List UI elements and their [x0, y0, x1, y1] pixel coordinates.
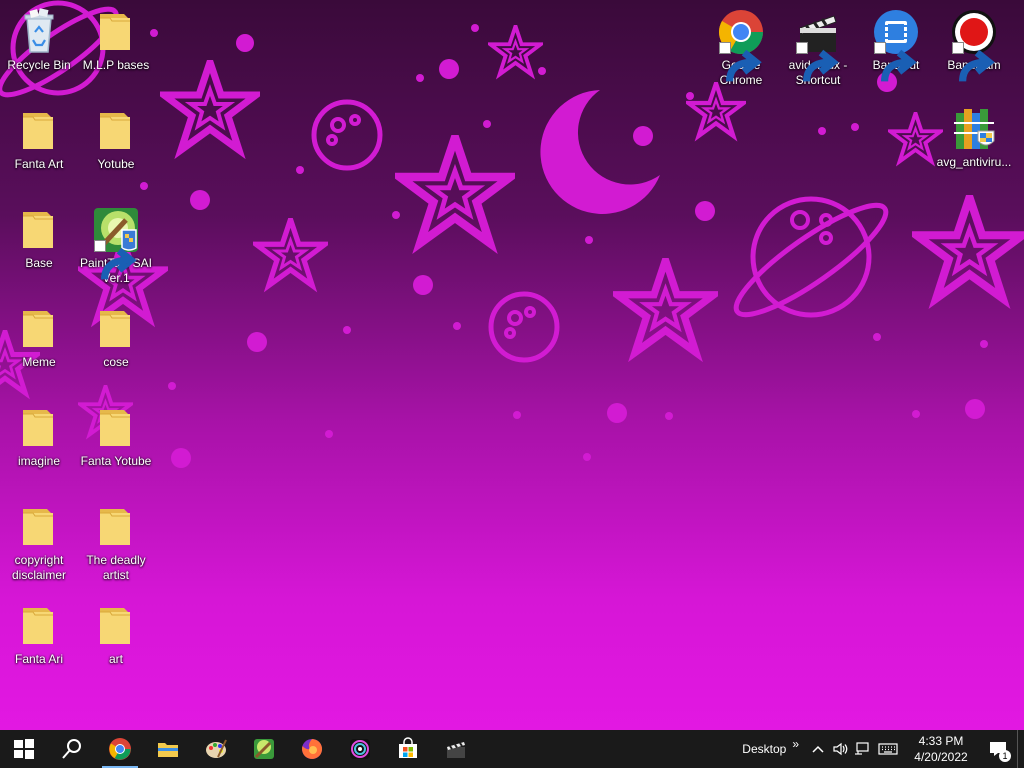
desktop-icon-art[interactable]: art [78, 602, 154, 667]
desktop-icon-label: The deadly artist [86, 553, 146, 582]
taskbar-firefox[interactable] [288, 730, 336, 768]
show-desktop-button[interactable] [1017, 730, 1024, 768]
folder-icon [15, 107, 63, 155]
desktop-icon-recycle-bin[interactable]: Recycle Bin [1, 8, 77, 73]
action-center-button[interactable]: 1 [979, 730, 1017, 768]
folder-icon [92, 8, 140, 56]
taskbar-microsoft-store[interactable] [384, 730, 432, 768]
clock-time: 4:33 PM [918, 734, 964, 748]
folder-icon [15, 602, 63, 650]
system-tray: Desktop » 4:33 PM 4/20/2022 1 [736, 730, 1024, 768]
volume-button[interactable] [829, 730, 851, 768]
shortcut-arrow-icon [719, 42, 762, 82]
shortcut-arrow-icon [952, 42, 995, 82]
folder-icon [92, 503, 140, 551]
desktop-icon-label: Yotube [97, 157, 135, 171]
desktop-icon-avg-antiviru[interactable]: avg_antiviru... [936, 105, 1012, 170]
avg-antivirus-icon [950, 105, 998, 153]
clock-date: 4/20/2022 [914, 750, 968, 764]
folder-icon [15, 305, 63, 353]
desktop-icon-fanta-art[interactable]: Fanta Art [1, 107, 77, 172]
desktop-icon-bandicam[interactable]: Bandicam [936, 8, 1012, 82]
folder-icon [92, 602, 140, 650]
desktop-icon-fanta-ari[interactable]: Fanta Ari [1, 602, 77, 667]
desktop-icon-avidemux-shortcut[interactable]: avidemux - Shortcut [780, 8, 856, 88]
taskbar-paint[interactable] [192, 730, 240, 768]
taskbar-clapperboard[interactable] [432, 730, 480, 768]
shortcut-arrow-icon [94, 240, 137, 280]
desktop-icon-m-l-p-bases[interactable]: M.L.P bases [78, 8, 154, 73]
microsoft-store-icon [399, 737, 417, 758]
taskbar-media-app[interactable] [336, 730, 384, 768]
media-app-icon [350, 739, 370, 759]
search-icon [62, 739, 81, 759]
desktop-icon-the-deadly-artist[interactable]: The deadly artist [78, 503, 154, 583]
chrome-icon [109, 738, 131, 760]
file-explorer-icon [158, 743, 178, 757]
desktop-icon-yotube[interactable]: Yotube [78, 107, 154, 172]
desktop-icon-label: avg_antiviru... [936, 155, 1012, 169]
shortcut-arrow-icon [796, 42, 839, 82]
desktop-icon-painttool-sai-ver-1[interactable]: PaintTool SAI Ver.1 [78, 206, 154, 286]
desktop-icon-label: Fanta Ari [14, 652, 64, 666]
start-button[interactable] [0, 730, 48, 768]
desktop-icon-label: copyright disclaimer [11, 553, 66, 582]
clapperboard-icon [794, 8, 842, 82]
desktop-icon-label: art [108, 652, 123, 666]
network-button[interactable] [851, 730, 873, 768]
taskbar-clock[interactable]: 4:33 PM 4/20/2022 [903, 733, 979, 765]
folder-icon [15, 206, 63, 254]
touch-keyboard-button[interactable] [873, 730, 903, 768]
painttool-sai-icon [92, 206, 140, 280]
folder-icon [92, 305, 140, 353]
taskbar-chrome[interactable] [96, 730, 144, 768]
desktop-icon-label: Meme [22, 355, 56, 369]
folder-icon [92, 404, 140, 452]
taskbar: Desktop » 4:33 PM 4/20/2022 1 [0, 730, 1024, 768]
desktop-icon-meme[interactable]: Meme [1, 305, 77, 370]
paint-palette-icon [206, 739, 227, 758]
bandicut-icon [872, 8, 920, 82]
desktop-icon-cose[interactable]: cose [78, 305, 154, 370]
toolbar-overflow-chevron[interactable]: » [792, 737, 807, 751]
desktop-icon-label: Base [25, 256, 53, 270]
painttool-sai-icon [254, 739, 274, 759]
taskbar-file-explorer[interactable] [144, 730, 192, 768]
chrome-icon [717, 8, 765, 82]
desktop-toolbar-label[interactable]: Desktop [736, 742, 792, 756]
search-button[interactable] [48, 730, 96, 768]
folder-icon [15, 404, 63, 452]
bandicam-record-icon [950, 8, 998, 82]
desktop-icon-label: Fanta Art [14, 157, 64, 171]
desktop-icon-imagine[interactable]: imagine [1, 404, 77, 469]
desktop-icon-label: Fanta Yotube [80, 454, 152, 468]
shortcut-arrow-icon [874, 42, 917, 82]
notification-count-badge: 1 [999, 750, 1011, 762]
desktop-icon-label: M.L.P bases [82, 58, 150, 72]
desktop-icon-google-chrome[interactable]: Google Chrome [703, 8, 779, 88]
folder-icon [92, 107, 140, 155]
desktop-icon-label: Recycle Bin [7, 58, 71, 72]
clapperboard-icon [447, 742, 465, 758]
keyboard-icon [878, 743, 898, 755]
network-icon [855, 742, 869, 755]
firefox-icon [302, 738, 323, 759]
show-hidden-icons-button[interactable] [807, 730, 829, 768]
desktop-icon-label: cose [103, 355, 129, 369]
desktop-icon-label: imagine [17, 454, 61, 468]
taskbar-painttool-sai[interactable] [240, 730, 288, 768]
folder-icon [15, 503, 63, 551]
desktop-icon-base[interactable]: Base [1, 206, 77, 271]
speaker-icon [833, 742, 848, 756]
desktop-icon-copyright-disclaimer[interactable]: copyright disclaimer [1, 503, 77, 583]
windows-start-icon [14, 739, 34, 759]
chevron-up-icon [812, 745, 824, 753]
desktop-icon-bandicut[interactable]: Bandicut [858, 8, 934, 82]
recycle-bin-icon [15, 8, 63, 56]
desktop-icon-fanta-yotube[interactable]: Fanta Yotube [78, 404, 154, 469]
